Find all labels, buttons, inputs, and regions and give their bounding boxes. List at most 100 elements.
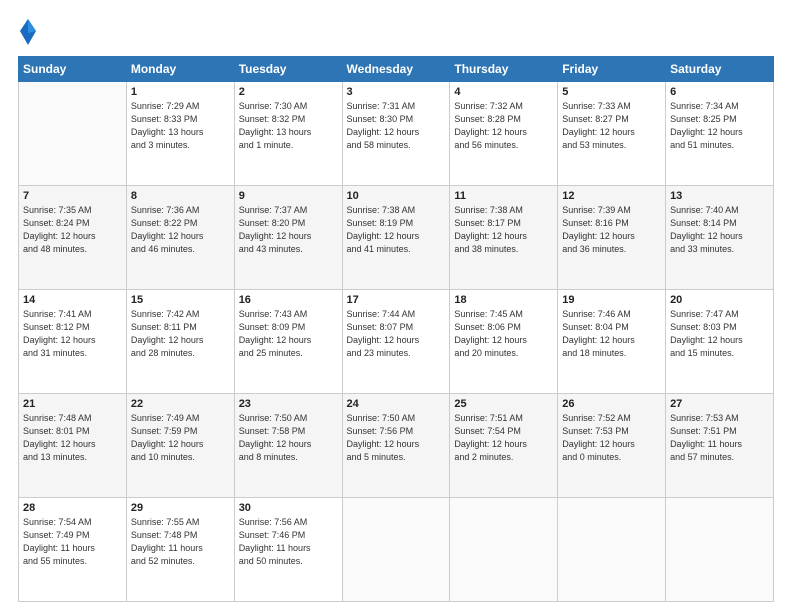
day-number: 23 (239, 398, 338, 410)
day-number: 21 (23, 398, 122, 410)
day-info: Sunrise: 7:36 AM Sunset: 8:22 PM Dayligh… (131, 204, 230, 256)
day-number: 12 (562, 190, 661, 202)
weekday-header-tuesday: Tuesday (234, 57, 342, 82)
calendar-cell: 21 Sunrise: 7:48 AM Sunset: 8:01 PM Dayli… (19, 394, 127, 498)
weekday-header-monday: Monday (126, 57, 234, 82)
day-info: Sunrise: 7:53 AM Sunset: 7:51 PM Dayligh… (670, 412, 769, 464)
day-number: 25 (454, 398, 553, 410)
day-info: Sunrise: 7:43 AM Sunset: 8:09 PM Dayligh… (239, 308, 338, 360)
weekday-header-friday: Friday (558, 57, 666, 82)
calendar-cell: 5Sunrise: 7:33 AM Sunset: 8:27 PM Daylig… (558, 82, 666, 186)
day-number: 19 (562, 294, 661, 306)
calendar-cell: 9Sunrise: 7:37 AM Sunset: 8:20 PM Daylig… (234, 186, 342, 290)
calendar-cell: 13Sunrise: 7:40 AM Sunset: 8:14 PM Dayli… (666, 186, 774, 290)
day-info: Sunrise: 7:29 AM Sunset: 8:33 PM Dayligh… (131, 100, 230, 152)
day-number: 1 (131, 86, 230, 98)
week-row-3: 14Sunrise: 7:41 AM Sunset: 8:12 PM Dayli… (19, 290, 774, 394)
calendar-cell: 3 Sunrise: 7:31 AM Sunset: 8:30 PM Daylig… (342, 82, 450, 186)
day-info: Sunrise: 7:50 AM Sunset: 7:56 PM Dayligh… (347, 412, 446, 464)
calendar-cell: 8 Sunrise: 7:36 AM Sunset: 8:22 PM Daylig… (126, 186, 234, 290)
day-info: Sunrise: 7:48 AM Sunset: 8:01 PM Dayligh… (23, 412, 122, 464)
day-number: 4 (454, 86, 553, 98)
day-number: 10 (347, 190, 446, 202)
calendar-cell: 4 Sunrise: 7:32 AM Sunset: 8:28 PM Daylig… (450, 82, 558, 186)
calendar-cell (19, 82, 127, 186)
day-info: Sunrise: 7:46 AM Sunset: 8:04 PM Dayligh… (562, 308, 661, 360)
day-number: 11 (454, 190, 553, 202)
day-number: 27 (670, 398, 769, 410)
calendar-cell: 14Sunrise: 7:41 AM Sunset: 8:12 PM Dayli… (19, 290, 127, 394)
day-info: Sunrise: 7:47 AM Sunset: 8:03 PM Dayligh… (670, 308, 769, 360)
week-row-1: 1 Sunrise: 7:29 AM Sunset: 8:33 PM Daylig… (19, 82, 774, 186)
calendar-cell (450, 498, 558, 602)
calendar-cell: 28Sunrise: 7:54 AM Sunset: 7:49 PM Dayli… (19, 498, 127, 602)
day-number: 30 (239, 502, 338, 514)
header (18, 18, 774, 46)
day-info: Sunrise: 7:44 AM Sunset: 8:07 PM Dayligh… (347, 308, 446, 360)
page: SundayMondayTuesdayWednesdayThursdayFrid… (0, 0, 792, 612)
day-info: Sunrise: 7:49 AM Sunset: 7:59 PM Dayligh… (131, 412, 230, 464)
calendar-cell: 22 Sunrise: 7:49 AM Sunset: 7:59 PM Dayli… (126, 394, 234, 498)
day-info: Sunrise: 7:33 AM Sunset: 8:27 PM Dayligh… (562, 100, 661, 152)
day-info: Sunrise: 7:40 AM Sunset: 8:14 PM Dayligh… (670, 204, 769, 256)
day-number: 7 (23, 190, 122, 202)
day-number: 6 (670, 86, 769, 98)
day-number: 18 (454, 294, 553, 306)
day-number: 26 (562, 398, 661, 410)
calendar-cell: 24 Sunrise: 7:50 AM Sunset: 7:56 PM Dayli… (342, 394, 450, 498)
day-info: Sunrise: 7:56 AM Sunset: 7:46 PM Dayligh… (239, 516, 338, 568)
calendar-cell: 2 Sunrise: 7:30 AM Sunset: 8:32 PM Daylig… (234, 82, 342, 186)
calendar-cell (342, 498, 450, 602)
calendar-cell: 16 Sunrise: 7:43 AM Sunset: 8:09 PM Dayli… (234, 290, 342, 394)
day-number: 22 (131, 398, 230, 410)
day-info: Sunrise: 7:38 AM Sunset: 8:19 PM Dayligh… (347, 204, 446, 256)
day-number: 28 (23, 502, 122, 514)
weekday-header-wednesday: Wednesday (342, 57, 450, 82)
day-info: Sunrise: 7:41 AM Sunset: 8:12 PM Dayligh… (23, 308, 122, 360)
calendar-cell: 6 Sunrise: 7:34 AM Sunset: 8:25 PM Daylig… (666, 82, 774, 186)
day-info: Sunrise: 7:42 AM Sunset: 8:11 PM Dayligh… (131, 308, 230, 360)
day-info: Sunrise: 7:31 AM Sunset: 8:30 PM Dayligh… (347, 100, 446, 152)
calendar-cell: 23 Sunrise: 7:50 AM Sunset: 7:58 PM Dayli… (234, 394, 342, 498)
calendar-cell: 30 Sunrise: 7:56 AM Sunset: 7:46 PM Dayli… (234, 498, 342, 602)
weekday-header-saturday: Saturday (666, 57, 774, 82)
weekday-header-row: SundayMondayTuesdayWednesdayThursdayFrid… (19, 57, 774, 82)
calendar-cell: 7 Sunrise: 7:35 AM Sunset: 8:24 PM Daylig… (19, 186, 127, 290)
day-info: Sunrise: 7:45 AM Sunset: 8:06 PM Dayligh… (454, 308, 553, 360)
calendar-cell (666, 498, 774, 602)
day-number: 8 (131, 190, 230, 202)
day-info: Sunrise: 7:38 AM Sunset: 8:17 PM Dayligh… (454, 204, 553, 256)
day-number: 2 (239, 86, 338, 98)
calendar-cell (558, 498, 666, 602)
day-info: Sunrise: 7:34 AM Sunset: 8:25 PM Dayligh… (670, 100, 769, 152)
calendar-cell: 17 Sunrise: 7:44 AM Sunset: 8:07 PM Dayli… (342, 290, 450, 394)
calendar-cell: 18 Sunrise: 7:45 AM Sunset: 8:06 PM Dayli… (450, 290, 558, 394)
day-number: 24 (347, 398, 446, 410)
day-number: 20 (670, 294, 769, 306)
day-info: Sunrise: 7:50 AM Sunset: 7:58 PM Dayligh… (239, 412, 338, 464)
day-info: Sunrise: 7:30 AM Sunset: 8:32 PM Dayligh… (239, 100, 338, 152)
day-number: 16 (239, 294, 338, 306)
week-row-5: 28Sunrise: 7:54 AM Sunset: 7:49 PM Dayli… (19, 498, 774, 602)
day-number: 9 (239, 190, 338, 202)
week-row-2: 7 Sunrise: 7:35 AM Sunset: 8:24 PM Daylig… (19, 186, 774, 290)
calendar-cell: 15 Sunrise: 7:42 AM Sunset: 8:11 PM Dayli… (126, 290, 234, 394)
day-info: Sunrise: 7:32 AM Sunset: 8:28 PM Dayligh… (454, 100, 553, 152)
calendar-cell: 29Sunrise: 7:55 AM Sunset: 7:48 PM Dayli… (126, 498, 234, 602)
calendar-cell: 10 Sunrise: 7:38 AM Sunset: 8:19 PM Dayli… (342, 186, 450, 290)
weekday-header-sunday: Sunday (19, 57, 127, 82)
calendar: SundayMondayTuesdayWednesdayThursdayFrid… (18, 56, 774, 602)
week-row-4: 21 Sunrise: 7:48 AM Sunset: 8:01 PM Dayli… (19, 394, 774, 498)
day-number: 29 (131, 502, 230, 514)
logo (18, 18, 40, 46)
day-number: 17 (347, 294, 446, 306)
calendar-cell: 12 Sunrise: 7:39 AM Sunset: 8:16 PM Dayli… (558, 186, 666, 290)
calendar-cell: 19 Sunrise: 7:46 AM Sunset: 8:04 PM Dayli… (558, 290, 666, 394)
calendar-cell: 26Sunrise: 7:52 AM Sunset: 7:53 PM Dayli… (558, 394, 666, 498)
day-number: 3 (347, 86, 446, 98)
calendar-cell: 20 Sunrise: 7:47 AM Sunset: 8:03 PM Dayli… (666, 290, 774, 394)
day-info: Sunrise: 7:35 AM Sunset: 8:24 PM Dayligh… (23, 204, 122, 256)
day-info: Sunrise: 7:39 AM Sunset: 8:16 PM Dayligh… (562, 204, 661, 256)
calendar-cell: 1 Sunrise: 7:29 AM Sunset: 8:33 PM Daylig… (126, 82, 234, 186)
day-number: 15 (131, 294, 230, 306)
